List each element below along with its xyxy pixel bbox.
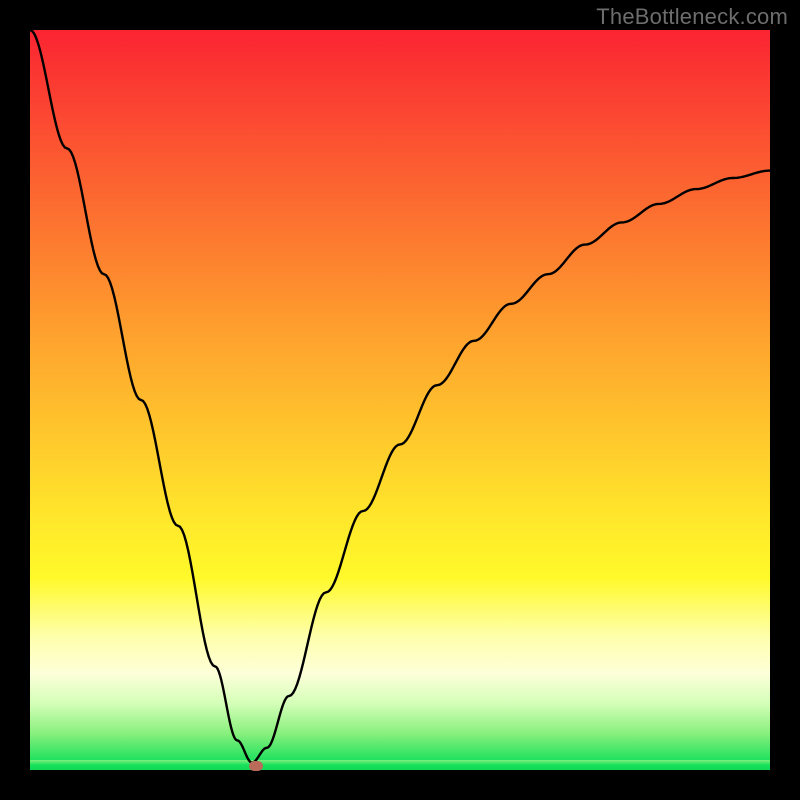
plot-area [30,30,770,770]
curve-svg [30,30,770,770]
optimum-marker [249,761,263,771]
bottleneck-curve [30,30,770,763]
chart-frame: TheBottleneck.com [0,0,800,800]
watermark-text: TheBottleneck.com [596,4,788,30]
